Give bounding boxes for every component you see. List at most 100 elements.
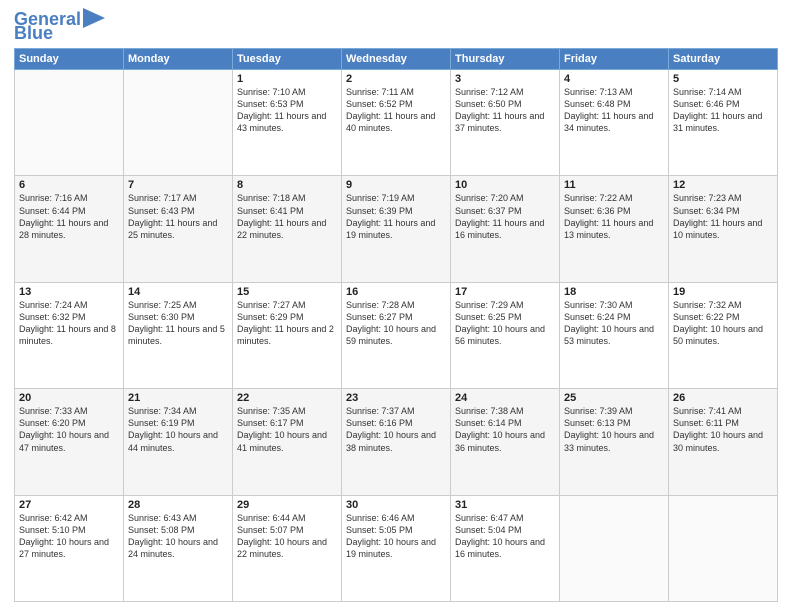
- calendar-cell: 12Sunrise: 7:23 AM Sunset: 6:34 PM Dayli…: [669, 176, 778, 282]
- day-info: Sunrise: 7:12 AM Sunset: 6:50 PM Dayligh…: [455, 86, 555, 135]
- calendar-cell: 24Sunrise: 7:38 AM Sunset: 6:14 PM Dayli…: [451, 389, 560, 495]
- day-number: 12: [673, 179, 773, 191]
- day-info: Sunrise: 6:43 AM Sunset: 5:08 PM Dayligh…: [128, 512, 228, 561]
- calendar-cell: 1Sunrise: 7:10 AM Sunset: 6:53 PM Daylig…: [233, 70, 342, 176]
- calendar-cell: 28Sunrise: 6:43 AM Sunset: 5:08 PM Dayli…: [124, 495, 233, 601]
- calendar-cell: 16Sunrise: 7:28 AM Sunset: 6:27 PM Dayli…: [342, 282, 451, 388]
- day-number: 9: [346, 179, 446, 191]
- calendar-cell: 22Sunrise: 7:35 AM Sunset: 6:17 PM Dayli…: [233, 389, 342, 495]
- week-row-3: 13Sunrise: 7:24 AM Sunset: 6:32 PM Dayli…: [15, 282, 778, 388]
- calendar-cell: 25Sunrise: 7:39 AM Sunset: 6:13 PM Dayli…: [560, 389, 669, 495]
- day-number: 4: [564, 73, 664, 85]
- day-number: 5: [673, 73, 773, 85]
- day-info: Sunrise: 6:47 AM Sunset: 5:04 PM Dayligh…: [455, 512, 555, 561]
- day-info: Sunrise: 7:23 AM Sunset: 6:34 PM Dayligh…: [673, 192, 773, 241]
- calendar-cell: 7Sunrise: 7:17 AM Sunset: 6:43 PM Daylig…: [124, 176, 233, 282]
- weekday-header-wednesday: Wednesday: [342, 49, 451, 70]
- weekday-header-row: SundayMondayTuesdayWednesdayThursdayFrid…: [15, 49, 778, 70]
- day-number: 26: [673, 392, 773, 404]
- calendar-cell: 9Sunrise: 7:19 AM Sunset: 6:39 PM Daylig…: [342, 176, 451, 282]
- day-number: 8: [237, 179, 337, 191]
- day-number: 22: [237, 392, 337, 404]
- calendar-cell: 18Sunrise: 7:30 AM Sunset: 6:24 PM Dayli…: [560, 282, 669, 388]
- day-info: Sunrise: 7:32 AM Sunset: 6:22 PM Dayligh…: [673, 299, 773, 348]
- weekday-header-sunday: Sunday: [15, 49, 124, 70]
- day-info: Sunrise: 7:34 AM Sunset: 6:19 PM Dayligh…: [128, 405, 228, 454]
- logo-blue: Blue: [14, 24, 53, 42]
- day-info: Sunrise: 7:41 AM Sunset: 6:11 PM Dayligh…: [673, 405, 773, 454]
- logo: General Blue: [14, 10, 105, 42]
- calendar-cell: 2Sunrise: 7:11 AM Sunset: 6:52 PM Daylig…: [342, 70, 451, 176]
- day-info: Sunrise: 7:18 AM Sunset: 6:41 PM Dayligh…: [237, 192, 337, 241]
- week-row-4: 20Sunrise: 7:33 AM Sunset: 6:20 PM Dayli…: [15, 389, 778, 495]
- calendar-cell: [15, 70, 124, 176]
- day-number: 13: [19, 286, 119, 298]
- day-info: Sunrise: 7:13 AM Sunset: 6:48 PM Dayligh…: [564, 86, 664, 135]
- day-info: Sunrise: 7:27 AM Sunset: 6:29 PM Dayligh…: [237, 299, 337, 348]
- day-number: 23: [346, 392, 446, 404]
- calendar-cell: 17Sunrise: 7:29 AM Sunset: 6:25 PM Dayli…: [451, 282, 560, 388]
- day-number: 15: [237, 286, 337, 298]
- calendar-cell: 27Sunrise: 6:42 AM Sunset: 5:10 PM Dayli…: [15, 495, 124, 601]
- calendar-cell: 3Sunrise: 7:12 AM Sunset: 6:50 PM Daylig…: [451, 70, 560, 176]
- calendar-cell: 14Sunrise: 7:25 AM Sunset: 6:30 PM Dayli…: [124, 282, 233, 388]
- calendar-cell: [669, 495, 778, 601]
- day-info: Sunrise: 7:22 AM Sunset: 6:36 PM Dayligh…: [564, 192, 664, 241]
- day-info: Sunrise: 7:25 AM Sunset: 6:30 PM Dayligh…: [128, 299, 228, 348]
- day-number: 14: [128, 286, 228, 298]
- day-number: 3: [455, 73, 555, 85]
- day-info: Sunrise: 7:29 AM Sunset: 6:25 PM Dayligh…: [455, 299, 555, 348]
- day-info: Sunrise: 7:11 AM Sunset: 6:52 PM Dayligh…: [346, 86, 446, 135]
- calendar-cell: 8Sunrise: 7:18 AM Sunset: 6:41 PM Daylig…: [233, 176, 342, 282]
- day-info: Sunrise: 7:30 AM Sunset: 6:24 PM Dayligh…: [564, 299, 664, 348]
- calendar-cell: 19Sunrise: 7:32 AM Sunset: 6:22 PM Dayli…: [669, 282, 778, 388]
- day-number: 1: [237, 73, 337, 85]
- page: General Blue SundayMondayTuesdayWednesda…: [0, 0, 792, 612]
- calendar-table: SundayMondayTuesdayWednesdayThursdayFrid…: [14, 48, 778, 602]
- calendar-cell: 6Sunrise: 7:16 AM Sunset: 6:44 PM Daylig…: [15, 176, 124, 282]
- calendar-cell: [560, 495, 669, 601]
- day-number: 18: [564, 286, 664, 298]
- day-number: 7: [128, 179, 228, 191]
- day-number: 2: [346, 73, 446, 85]
- day-number: 25: [564, 392, 664, 404]
- day-info: Sunrise: 7:19 AM Sunset: 6:39 PM Dayligh…: [346, 192, 446, 241]
- weekday-header-friday: Friday: [560, 49, 669, 70]
- weekday-header-monday: Monday: [124, 49, 233, 70]
- day-number: 27: [19, 499, 119, 511]
- week-row-2: 6Sunrise: 7:16 AM Sunset: 6:44 PM Daylig…: [15, 176, 778, 282]
- day-info: Sunrise: 7:17 AM Sunset: 6:43 PM Dayligh…: [128, 192, 228, 241]
- calendar-cell: 15Sunrise: 7:27 AM Sunset: 6:29 PM Dayli…: [233, 282, 342, 388]
- calendar-cell: 30Sunrise: 6:46 AM Sunset: 5:05 PM Dayli…: [342, 495, 451, 601]
- calendar-cell: 21Sunrise: 7:34 AM Sunset: 6:19 PM Dayli…: [124, 389, 233, 495]
- day-number: 21: [128, 392, 228, 404]
- day-number: 24: [455, 392, 555, 404]
- day-number: 11: [564, 179, 664, 191]
- day-info: Sunrise: 7:28 AM Sunset: 6:27 PM Dayligh…: [346, 299, 446, 348]
- header: General Blue: [14, 10, 778, 42]
- calendar-cell: 10Sunrise: 7:20 AM Sunset: 6:37 PM Dayli…: [451, 176, 560, 282]
- day-info: Sunrise: 7:35 AM Sunset: 6:17 PM Dayligh…: [237, 405, 337, 454]
- calendar-cell: [124, 70, 233, 176]
- weekday-header-thursday: Thursday: [451, 49, 560, 70]
- day-info: Sunrise: 7:24 AM Sunset: 6:32 PM Dayligh…: [19, 299, 119, 348]
- day-number: 29: [237, 499, 337, 511]
- calendar-cell: 31Sunrise: 6:47 AM Sunset: 5:04 PM Dayli…: [451, 495, 560, 601]
- calendar-cell: 20Sunrise: 7:33 AM Sunset: 6:20 PM Dayli…: [15, 389, 124, 495]
- day-number: 16: [346, 286, 446, 298]
- day-info: Sunrise: 7:20 AM Sunset: 6:37 PM Dayligh…: [455, 192, 555, 241]
- weekday-header-saturday: Saturday: [669, 49, 778, 70]
- calendar-cell: 23Sunrise: 7:37 AM Sunset: 6:16 PM Dayli…: [342, 389, 451, 495]
- day-info: Sunrise: 7:38 AM Sunset: 6:14 PM Dayligh…: [455, 405, 555, 454]
- day-info: Sunrise: 7:10 AM Sunset: 6:53 PM Dayligh…: [237, 86, 337, 135]
- day-number: 17: [455, 286, 555, 298]
- day-info: Sunrise: 7:37 AM Sunset: 6:16 PM Dayligh…: [346, 405, 446, 454]
- day-info: Sunrise: 7:14 AM Sunset: 6:46 PM Dayligh…: [673, 86, 773, 135]
- day-info: Sunrise: 6:46 AM Sunset: 5:05 PM Dayligh…: [346, 512, 446, 561]
- weekday-header-tuesday: Tuesday: [233, 49, 342, 70]
- day-info: Sunrise: 6:44 AM Sunset: 5:07 PM Dayligh…: [237, 512, 337, 561]
- logo-arrow-icon: [83, 8, 105, 28]
- week-row-5: 27Sunrise: 6:42 AM Sunset: 5:10 PM Dayli…: [15, 495, 778, 601]
- calendar-cell: 4Sunrise: 7:13 AM Sunset: 6:48 PM Daylig…: [560, 70, 669, 176]
- day-number: 6: [19, 179, 119, 191]
